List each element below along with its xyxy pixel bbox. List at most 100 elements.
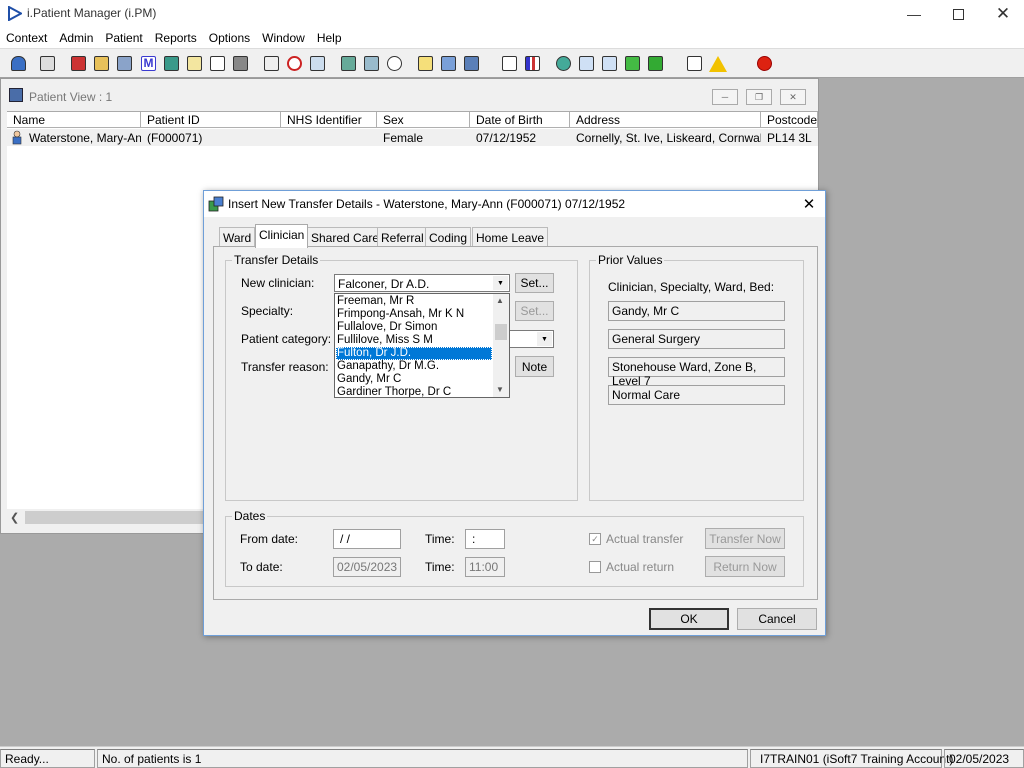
scroll-down-icon[interactable]: ▼	[496, 385, 504, 394]
app-title: i.Patient Manager (i.PM)	[27, 6, 157, 20]
tab-coding[interactable]: Coding	[425, 227, 472, 247]
menu-admin[interactable]: Admin	[53, 28, 99, 48]
tab-ward[interactable]: Ward	[219, 227, 256, 247]
messages-button[interactable]	[361, 53, 382, 74]
column-header-patient-id[interactable]: Patient ID	[141, 112, 281, 128]
list-item-selected[interactable]: Fulton, Dr J.D.	[336, 347, 492, 360]
column-header-address[interactable]: Address	[570, 112, 761, 128]
patient-category-combo[interactable]: ▼	[509, 330, 554, 348]
chart-button[interactable]	[338, 53, 359, 74]
scrollbar-thumb[interactable]	[25, 511, 225, 524]
menu-options[interactable]: Options	[203, 28, 256, 48]
dropdown-arrow-icon[interactable]: ▼	[493, 276, 508, 290]
note-button[interactable]: Note	[515, 356, 554, 377]
list-item[interactable]: Frimpong-Ansah, Mr K N	[336, 308, 492, 321]
list-item[interactable]: Fullalove, Dr Simon	[336, 321, 492, 334]
status-patient-count: No. of patients is 1	[97, 749, 748, 768]
scroll-left-icon[interactable]: ❮	[10, 511, 19, 524]
menu-window[interactable]: Window	[256, 28, 311, 48]
target-button[interactable]	[384, 53, 405, 74]
from-time-field[interactable]: :	[465, 529, 505, 549]
menu-help[interactable]: Help	[311, 28, 348, 48]
screen-button[interactable]	[114, 53, 135, 74]
tab-referral[interactable]: Referral	[377, 227, 428, 247]
list-item[interactable]: Gardiner Thorpe, Dr C	[336, 386, 492, 397]
tab-shared-care[interactable]: Shared Care	[307, 227, 384, 247]
green-list-button[interactable]	[645, 53, 666, 74]
pv-close-button[interactable]: ✕	[780, 89, 806, 105]
tab-home-leave[interactable]: Home Leave	[472, 227, 549, 247]
maximize-button[interactable]	[935, 0, 981, 28]
set-clinician-button[interactable]: Set...	[515, 273, 554, 293]
status-state: Ready...	[0, 749, 95, 768]
exit-button[interactable]	[754, 53, 775, 74]
menu-reports[interactable]: Reports	[149, 28, 203, 48]
column-header-nhs[interactable]: NHS Identifier	[281, 112, 377, 128]
pv-restore-button[interactable]: ❐	[746, 89, 772, 105]
green-check-button[interactable]	[622, 53, 643, 74]
patient-search-button[interactable]	[8, 53, 29, 74]
close-button[interactable]: ✕	[980, 0, 1024, 28]
check-list-button[interactable]	[576, 53, 597, 74]
menu-patient[interactable]: Patient	[99, 28, 148, 48]
new-clinician-combo[interactable]: Falconer, Dr A.D. ▼	[334, 274, 510, 292]
clinician-dropdown-list[interactable]: Freeman, Mr R Frimpong-Ansah, Mr K N Ful…	[334, 293, 510, 398]
list-item[interactable]: Gandy, Mr C	[336, 373, 492, 386]
to-date-field[interactable]: 02/05/2023	[333, 557, 401, 577]
bar-chart-button[interactable]	[522, 53, 543, 74]
page-button[interactable]	[499, 53, 520, 74]
column-header-sex[interactable]: Sex	[377, 112, 470, 128]
minimize-button[interactable]: —	[891, 0, 937, 28]
actual-transfer-checkbox[interactable]: ✓	[589, 533, 601, 545]
from-time-label: Time:	[425, 532, 455, 546]
globe-button[interactable]	[553, 53, 574, 74]
m-button[interactable]: M	[138, 53, 159, 74]
list-button[interactable]	[307, 53, 328, 74]
actual-return-label: Actual return	[606, 560, 675, 574]
notes-button[interactable]	[91, 53, 112, 74]
review-button[interactable]	[599, 53, 620, 74]
referral-button[interactable]	[207, 53, 228, 74]
pv-minimize-button[interactable]: ─	[712, 89, 738, 105]
prior-values-caption: Clinician, Specialty, Ward, Bed:	[608, 280, 775, 294]
warning-icon[interactable]	[707, 53, 728, 74]
list-item[interactable]: Freeman, Mr R	[336, 295, 492, 308]
list-item[interactable]: Ganapathy, Dr M.G.	[336, 360, 492, 373]
ok-button[interactable]: OK	[649, 608, 729, 630]
ambulance-button[interactable]	[438, 53, 459, 74]
set-specialty-button[interactable]: Set...	[515, 301, 554, 321]
column-header-postcode[interactable]: Postcode	[761, 112, 818, 128]
printer-button[interactable]	[37, 53, 58, 74]
cancel-button[interactable]: Cancel	[737, 608, 817, 630]
from-date-field[interactable]: / /	[333, 529, 401, 549]
search-doc-button[interactable]	[261, 53, 282, 74]
document-button[interactable]	[184, 53, 205, 74]
clinician-button[interactable]	[161, 53, 182, 74]
scroll-up-icon[interactable]: ▲	[496, 296, 504, 305]
return-now-button[interactable]: Return Now	[705, 556, 785, 577]
swap-button[interactable]	[684, 53, 705, 74]
books-button[interactable]	[68, 53, 89, 74]
patient-category-label: Patient category:	[241, 332, 332, 346]
column-header-name[interactable]: Name	[7, 112, 141, 128]
dropdown-scrollbar[interactable]: ▲ ▼	[493, 294, 509, 397]
transfer-now-button[interactable]: Transfer Now	[705, 528, 785, 549]
new-clinician-label: New clinician:	[241, 276, 315, 290]
dropdown-arrow-icon[interactable]: ▼	[537, 332, 552, 346]
menu-context[interactable]: Context	[0, 28, 53, 48]
minimize-icon: ─	[721, 92, 729, 102]
specialty-label: Specialty:	[241, 304, 294, 318]
clock-button[interactable]	[284, 53, 305, 74]
dialog-close-button[interactable]: ✕	[794, 193, 824, 215]
tab-clinician[interactable]: Clinician	[255, 224, 309, 248]
patient-view-title: Patient View : 1	[29, 90, 113, 104]
staff-button[interactable]	[461, 53, 482, 74]
close-icon: ✕	[995, 4, 1011, 23]
column-header-dob[interactable]: Date of Birth	[470, 112, 570, 128]
scrollbar-thumb[interactable]	[495, 324, 507, 340]
transport-button[interactable]	[230, 53, 251, 74]
list-item[interactable]: Fullilove, Miss S M	[336, 334, 492, 347]
actual-return-checkbox[interactable]	[589, 561, 601, 573]
notepad-button[interactable]	[415, 53, 436, 74]
to-time-field[interactable]: 11:00	[465, 557, 505, 577]
